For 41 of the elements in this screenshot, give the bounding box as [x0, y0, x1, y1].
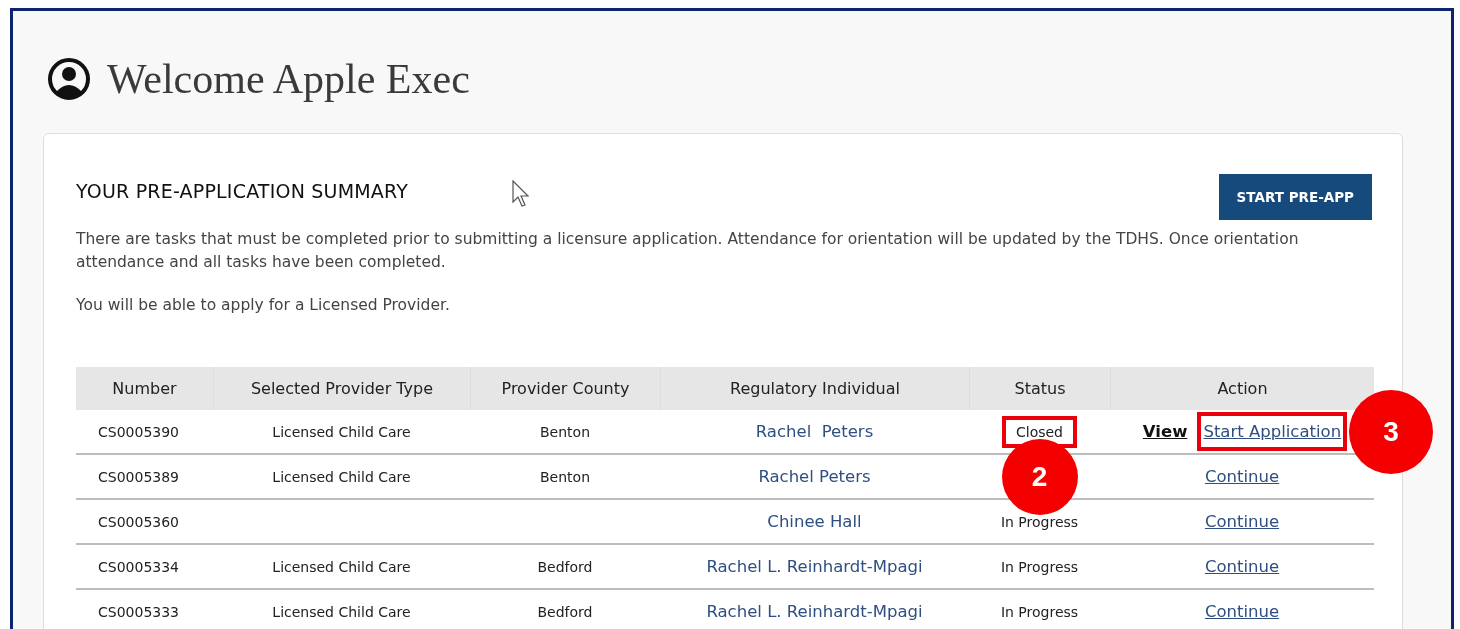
number-cell: CS0005334 [98, 558, 179, 575]
view-link[interactable]: View [1140, 416, 1190, 447]
info-text: You will be able to apply for a Licensed Provider. [76, 295, 451, 316]
status-text: In Progress [999, 557, 1080, 577]
number-cell: CS0005333 [98, 603, 179, 620]
user-icon [47, 57, 91, 101]
county-cell: Benton [540, 468, 590, 485]
individual-link[interactable]: Rachel L. Reinhardt-Mpagi [706, 602, 923, 621]
column-header: Selected Provider Type [213, 367, 470, 410]
provider-type-cell: Licensed Child Care [272, 423, 411, 440]
column-header: Action [1110, 367, 1374, 410]
number-cell: CS0005390 [98, 423, 179, 440]
action-link[interactable]: Continue [1202, 506, 1282, 537]
info-text: There are tasks that must be completed prior to submitting a licensure application. Attendance for orientation will be updated by the TDHS. Once orientation attendance and all tasks have been completed. [76, 229, 1300, 273]
column-header: Provider County [470, 367, 660, 410]
status-text: In Progress [999, 512, 1080, 532]
cursor-icon [512, 180, 532, 208]
callout-marker: 3 [1349, 389, 1434, 474]
callout-marker: 2 [1001, 439, 1078, 515]
county-cell: Benton [540, 423, 590, 440]
individual-link[interactable]: Rachel L. Reinhardt-Mpagi [706, 557, 923, 576]
page-title: Welcome Apple Exec [107, 55, 470, 103]
provider-type-cell: Licensed Child Care [272, 603, 411, 620]
county-cell: Bedford [537, 603, 593, 620]
section-heading: YOUR PRE-APPLICATION SUMMARY [76, 180, 409, 202]
start-pre-app-button[interactable]: START PRE-APP [1218, 174, 1372, 220]
provider-type-cell: Licensed Child Care [272, 468, 411, 485]
column-header: Regulatory Individual [660, 367, 969, 410]
county-cell: Bedford [537, 558, 593, 575]
action-link[interactable]: Continue [1202, 461, 1282, 492]
action-link[interactable]: Continue [1202, 551, 1282, 582]
individual-link[interactable]: Rachel Peters [758, 467, 871, 486]
column-header: Status [969, 367, 1110, 410]
action-link[interactable]: Continue [1202, 596, 1282, 627]
status-text: In Progress [999, 602, 1080, 622]
number-cell: CS0005389 [98, 468, 179, 485]
column-header: Number [76, 367, 213, 410]
number-cell: CS0005360 [98, 513, 179, 530]
individual-link[interactable]: Rachel Peters [755, 422, 874, 441]
provider-type-cell: Licensed Child Care [272, 558, 411, 575]
individual-link[interactable]: Chinee Hall [767, 512, 862, 531]
